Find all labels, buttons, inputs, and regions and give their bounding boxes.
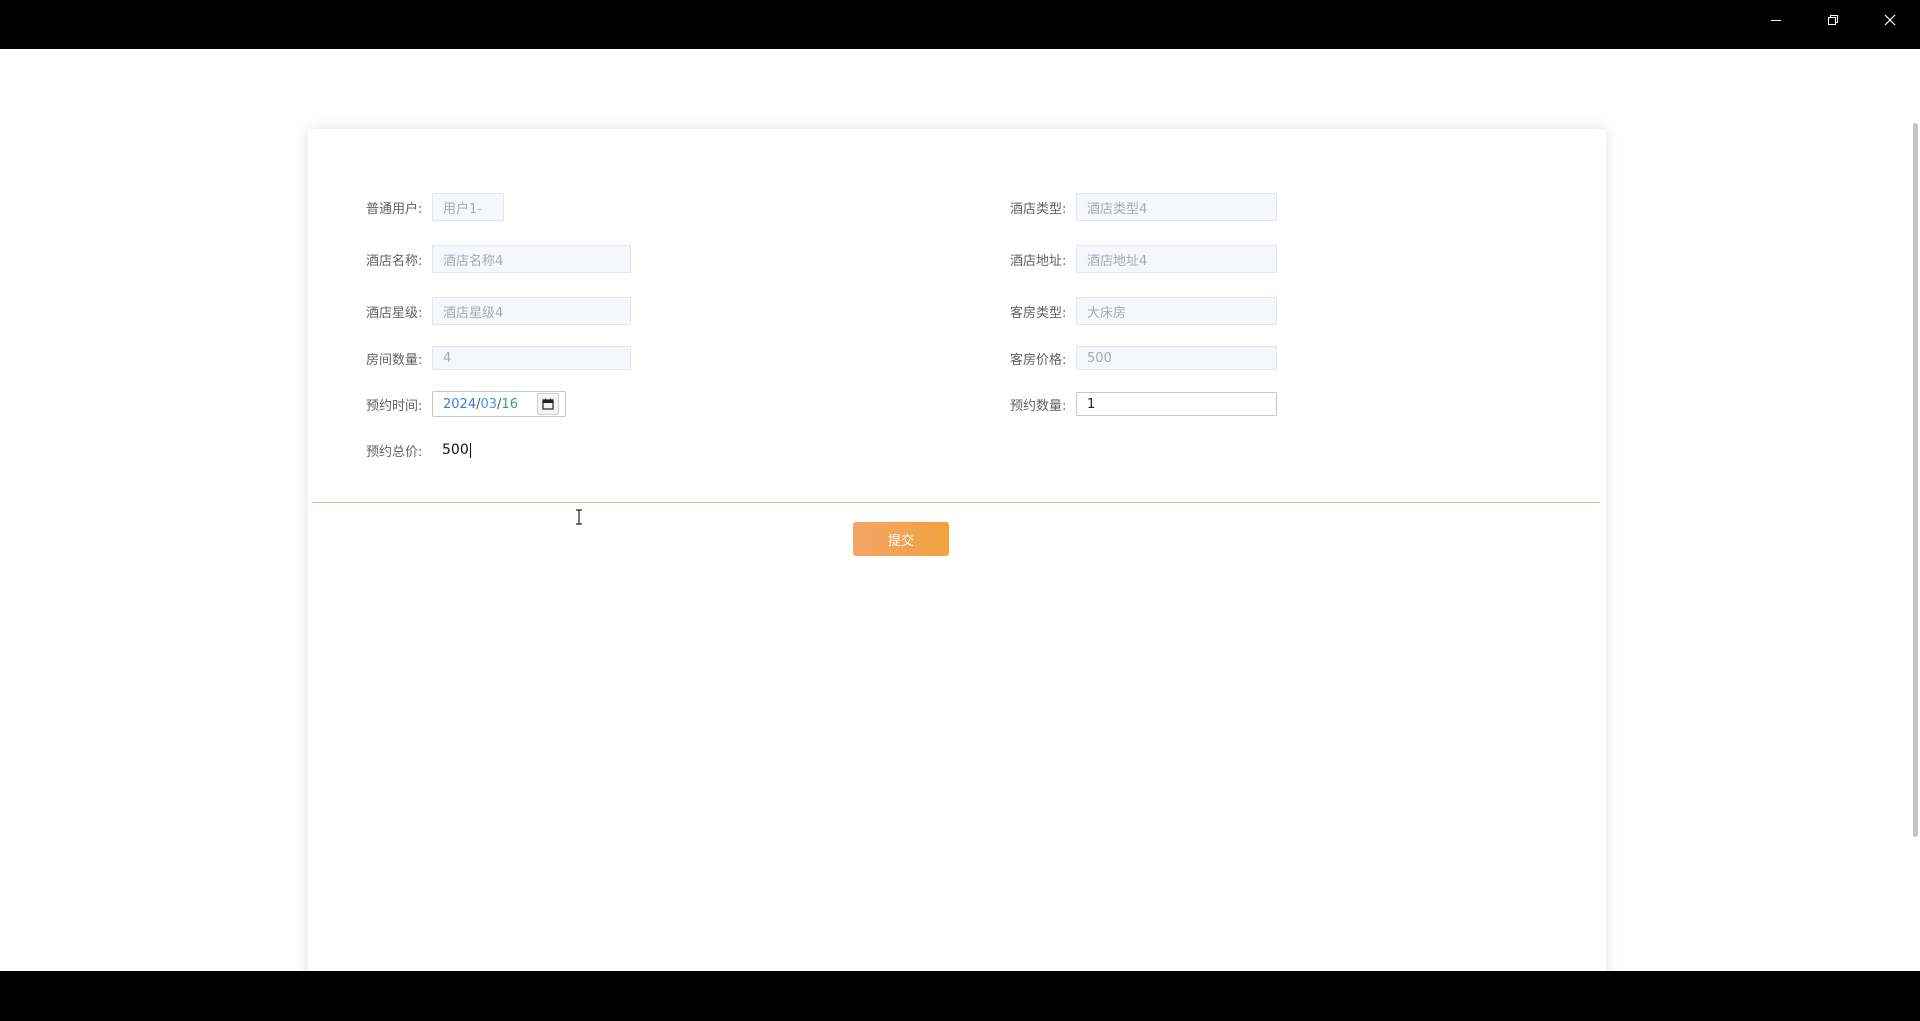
booking-form-card: 普通用户: 用户1- 酒店名称: 酒店名称4 酒店星级: 酒店星级4 房间数量:… xyxy=(308,129,1606,971)
minimize-button[interactable] xyxy=(1748,0,1804,40)
hotel-type-input[interactable]: 酒店类型4 xyxy=(1076,193,1277,221)
page-content: 普通用户: 用户1- 酒店名称: 酒店名称4 酒店星级: 酒店星级4 房间数量:… xyxy=(0,49,1920,971)
field-hotel-star: 酒店星级: 酒店星级4 xyxy=(366,296,631,326)
date-value: 2024/03/16 xyxy=(443,397,518,412)
field-hotel-name: 酒店名称: 酒店名称4 xyxy=(366,244,631,274)
field-label: 客房类型: xyxy=(1010,305,1067,321)
date-day: 16 xyxy=(501,396,518,412)
submit-button[interactable]: 提交 xyxy=(853,522,949,556)
date-year: 2024 xyxy=(443,396,477,412)
scrollbar-thumb[interactable] xyxy=(1913,123,1918,837)
field-booking-count: 预约数量: 1 xyxy=(1010,389,1277,419)
booking-date-input[interactable]: 2024/03/16 xyxy=(432,391,566,417)
field-booking-total: 预约总价: 500 xyxy=(366,435,471,465)
bottom-bar xyxy=(0,971,1920,1021)
field-room-type: 客房类型: 大床房 xyxy=(1010,296,1277,326)
calendar-icon-glyph xyxy=(542,398,554,410)
ibeam-cursor-icon xyxy=(574,509,584,529)
vertical-scrollbar[interactable] xyxy=(1910,49,1920,971)
text-caret xyxy=(469,442,471,458)
field-label: 普通用户: xyxy=(366,201,423,217)
field-label: 酒店类型: xyxy=(1010,201,1067,217)
form-divider xyxy=(312,502,1600,503)
restore-button[interactable] xyxy=(1805,0,1861,40)
booking-total-input[interactable]: 500 xyxy=(432,442,471,458)
field-booking-date: 预约时间: 2024/03/16 xyxy=(366,389,566,419)
close-button[interactable] xyxy=(1862,0,1918,40)
field-hotel-type: 酒店类型: 酒店类型4 xyxy=(1010,192,1277,222)
minimize-icon xyxy=(1771,20,1781,21)
close-icon xyxy=(1884,14,1896,26)
date-month: 03 xyxy=(480,396,498,412)
field-normal-user: 普通用户: 用户1- xyxy=(366,192,504,222)
field-label: 客房价格: xyxy=(1010,352,1067,368)
booking-total-value: 500 xyxy=(442,442,469,458)
field-label: 预约数量: xyxy=(1010,398,1067,414)
room-type-input[interactable]: 大床房 xyxy=(1076,297,1277,325)
normal-user-input[interactable]: 用户1- xyxy=(432,193,504,221)
hotel-star-input[interactable]: 酒店星级4 xyxy=(432,297,631,325)
window-titlebar xyxy=(0,0,1920,49)
field-room-price: 客房价格: 500 xyxy=(1010,343,1277,373)
calendar-icon[interactable] xyxy=(537,393,559,415)
field-label: 酒店地址: xyxy=(1010,253,1067,269)
hotel-address-input[interactable]: 酒店地址4 xyxy=(1076,245,1277,273)
room-count-input[interactable]: 4 xyxy=(432,346,631,370)
field-label: 房间数量: xyxy=(366,352,423,368)
field-label: 预约总价: xyxy=(366,444,423,460)
field-label: 酒店星级: xyxy=(366,305,423,321)
field-room-count: 房间数量: 4 xyxy=(366,343,631,373)
field-label: 预约时间: xyxy=(366,398,423,414)
room-price-input[interactable]: 500 xyxy=(1076,346,1277,370)
hotel-name-input[interactable]: 酒店名称4 xyxy=(432,245,631,273)
field-hotel-address: 酒店地址: 酒店地址4 xyxy=(1010,244,1277,274)
restore-icon xyxy=(1828,15,1838,25)
field-label: 酒店名称: xyxy=(366,253,423,269)
booking-count-input[interactable]: 1 xyxy=(1076,392,1277,416)
